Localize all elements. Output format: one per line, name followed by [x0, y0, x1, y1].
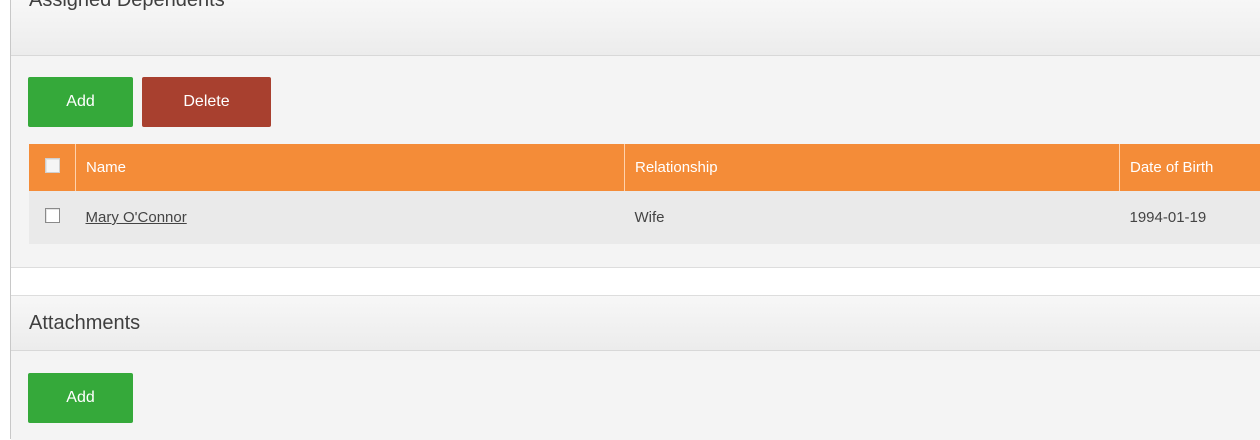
page-frame: Assigned Dependents Add Delete Name Rela…	[10, 0, 1260, 439]
table-header-row: Name Relationship Date of Birth	[29, 144, 1260, 191]
attachments-header: Attachments	[11, 296, 1260, 351]
attachments-section: Attachments Add	[11, 295, 1260, 440]
dependent-relationship: Wife	[625, 191, 1120, 244]
add-dependent-button[interactable]: Add	[28, 77, 133, 127]
assigned-dependents-header: Assigned Dependents	[11, 0, 1260, 56]
row-select-cell	[29, 191, 76, 244]
delete-dependent-button[interactable]: Delete	[142, 77, 271, 127]
assigned-dependents-section: Assigned Dependents Add Delete Name Rela…	[11, 0, 1260, 268]
dependent-name-link[interactable]: Mary O'Connor	[86, 209, 187, 226]
select-all-cell	[29, 144, 76, 191]
column-header-date-of-birth[interactable]: Date of Birth	[1120, 144, 1260, 191]
column-header-name[interactable]: Name	[76, 144, 625, 191]
dependent-date-of-birth: 1994-01-19	[1120, 191, 1260, 244]
dependent-name-cell: Mary O'Connor	[76, 191, 625, 244]
select-all-checkbox[interactable]	[45, 158, 60, 173]
table-row: Mary O'Connor Wife 1994-01-19	[29, 191, 1260, 244]
assigned-dependents-title: Assigned Dependents	[29, 0, 225, 11]
row-checkbox[interactable]	[45, 208, 60, 223]
column-header-relationship[interactable]: Relationship	[625, 144, 1120, 191]
dependents-table: Name Relationship Date of Birth Mary O'C…	[29, 144, 1260, 244]
attachments-title: Attachments	[29, 312, 140, 334]
add-attachment-button[interactable]: Add	[28, 373, 133, 423]
